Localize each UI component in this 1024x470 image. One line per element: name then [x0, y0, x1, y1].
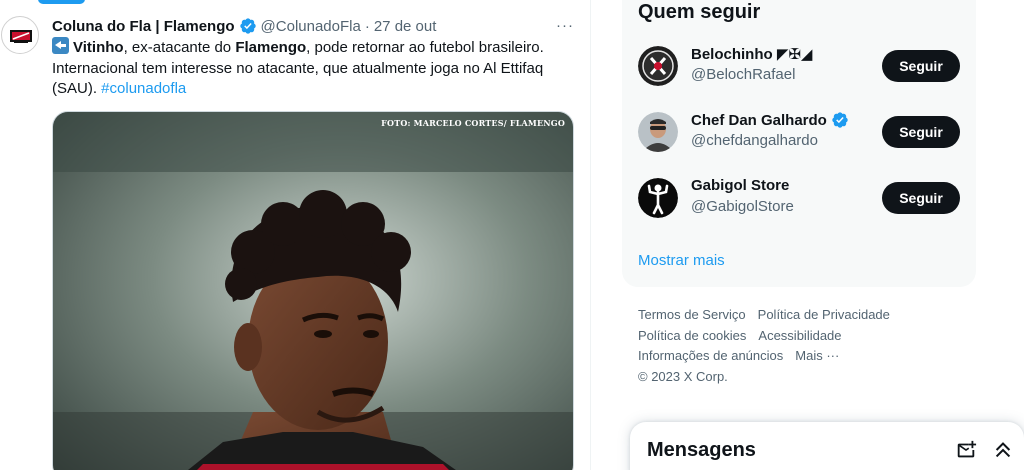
verified-badge-icon [239, 18, 256, 34]
tweet-header: Coluna do Fla | Flamengo @ColunadoFla · … [52, 16, 436, 36]
tweet-text-bold-club: Flamengo [235, 39, 307, 56]
verified-badge-icon [832, 112, 848, 128]
footer-link-more[interactable]: Mais ··· [795, 348, 839, 363]
follow-suggestion[interactable]: Belochinho ◤✠◢ @BelochRafael Seguir [638, 34, 960, 94]
who-to-follow-title: Quem seguir [638, 1, 761, 23]
avatar[interactable] [638, 112, 678, 152]
follow-button[interactable]: Seguir [882, 50, 960, 82]
hashtag-link[interactable]: #colunadofla [101, 80, 186, 97]
tweet-text-line3: (SAU). [52, 80, 102, 97]
who-to-follow-panel: Quem seguir Belochinho ◤✠◢ @BelochRafael… [622, 0, 976, 287]
copyright: © 2023 X Corp. [638, 368, 728, 384]
vasco-crest-avatar-icon [638, 46, 678, 86]
new-message-icon[interactable] [955, 439, 977, 461]
more-options-button[interactable]: ··· [554, 14, 576, 36]
footer-link-terms[interactable]: Termos de Serviço [638, 307, 746, 322]
suggestion-handle[interactable]: @chefdangalhardo [691, 132, 818, 149]
author-handle[interactable]: @ColunadoFla [261, 18, 361, 35]
left-arrow-emoji-icon [52, 37, 69, 54]
suggestion-name[interactable]: Belochinho ◤✠◢ [691, 45, 812, 63]
footer-link-cookies[interactable]: Política de cookies [638, 328, 746, 343]
follow-button[interactable]: Seguir [882, 182, 960, 214]
footer-links: Termos de Serviço Política de Privacidade… [638, 305, 958, 387]
header-separator: · [364, 17, 370, 35]
suggestion-handle[interactable]: @BelochRafael [691, 66, 795, 83]
footer-link-accessibility[interactable]: Acessibilidade [758, 328, 841, 343]
tweet-text-segment: , pode retornar ao futebol brasileiro. [306, 39, 544, 56]
tweet-text-bold-name: Vitinho [73, 39, 124, 56]
tweet-photo[interactable]: FOTO: MARCELO CORTES/ FLAMENGO [52, 111, 574, 470]
tweet-text-line2: Internacional tem interesse no atacante,… [52, 59, 544, 77]
tweet-text: Vitinho, ex-atacante do Flamengo, pode r… [52, 37, 578, 100]
chef-photo-avatar-icon [638, 112, 678, 152]
messages-drawer[interactable]: Mensagens [630, 422, 1024, 470]
expand-chevrons-icon[interactable] [992, 439, 1014, 461]
new-posts-pill[interactable] [38, 0, 85, 4]
messages-title[interactable]: Mensagens [647, 439, 756, 462]
author-avatar[interactable] [1, 16, 39, 54]
footer-link-ads-info[interactable]: Informações de anúncios [638, 348, 783, 363]
author-name[interactable]: Coluna do Fla | Flamengo [52, 18, 235, 35]
avatar[interactable] [638, 46, 678, 86]
player-photo-image [53, 112, 573, 470]
follow-button[interactable]: Seguir [882, 116, 960, 148]
show-more-link[interactable]: Mostrar mais [638, 252, 725, 269]
tweet-text-segment: , ex-atacante do [123, 39, 236, 56]
coluna-do-fla-logo-icon [4, 19, 38, 53]
photo-credit: FOTO: MARCELO CORTES/ FLAMENGO [381, 118, 565, 128]
suggestion-name[interactable]: Gabigol Store [691, 177, 789, 194]
avatar[interactable] [638, 178, 678, 218]
tweet-timestamp[interactable]: 27 de out [374, 18, 437, 35]
suggestion-handle[interactable]: @GabigolStore [691, 198, 794, 215]
follow-suggestion[interactable]: Chef Dan Galhardo @chefdangalhardo Segui… [638, 100, 960, 160]
suggestion-name-text[interactable]: Chef Dan Galhardo [691, 112, 827, 129]
tweet-column: Coluna do Fla | Flamengo @ColunadoFla · … [0, 0, 591, 470]
footer-link-privacy[interactable]: Política de Privacidade [758, 307, 890, 322]
suggestion-name[interactable]: Chef Dan Galhardo [691, 111, 849, 129]
follow-suggestion[interactable]: Gabigol Store @GabigolStore Seguir [638, 166, 960, 226]
gabigol-pose-avatar-icon [638, 178, 678, 218]
